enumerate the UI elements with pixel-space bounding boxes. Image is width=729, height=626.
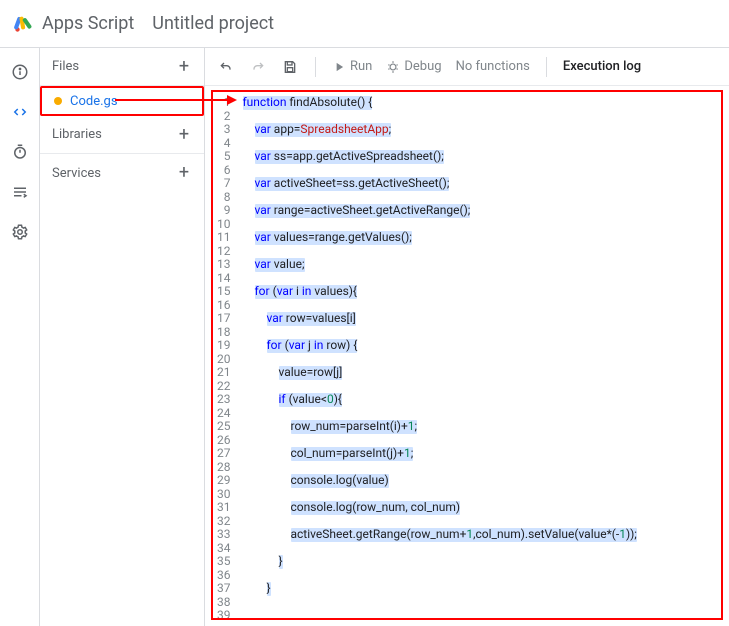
code-line[interactable]: console.log(row_num, col_num) — [243, 501, 716, 515]
code-line[interactable]: value=row[j] — [243, 366, 716, 380]
libraries-label: Libraries — [52, 127, 102, 142]
run-label: Run — [350, 59, 372, 74]
code-editor[interactable]: 1234567891011121314151617181920212223242… — [211, 90, 723, 620]
code-line[interactable] — [243, 272, 716, 286]
line-gutter: 1234567891011121314151617181920212223242… — [213, 92, 237, 618]
add-file-button[interactable]: + — [174, 57, 194, 77]
function-select[interactable]: No functions — [456, 59, 530, 74]
services-label: Services — [52, 166, 101, 181]
code-line[interactable]: if (value<0){ — [243, 393, 716, 407]
libraries-section-header: Libraries + — [40, 116, 204, 154]
add-service-button[interactable]: + — [174, 163, 194, 183]
save-icon[interactable] — [281, 58, 299, 76]
file-item-code-gs[interactable]: Code.gs — [40, 86, 204, 116]
code-line[interactable]: var ss=app.getActiveSpreadsheet(); — [243, 150, 716, 164]
annotation-arrow-icon — [115, 99, 235, 101]
code-line[interactable] — [243, 609, 716, 620]
toolbar-separator — [546, 57, 547, 77]
code-line[interactable]: var row=values[i] — [243, 312, 716, 326]
apps-script-logo-icon — [12, 13, 34, 35]
undo-icon[interactable] — [217, 58, 235, 76]
debug-button[interactable]: Debug — [386, 59, 441, 74]
code-line[interactable]: } — [243, 582, 716, 596]
code-line[interactable]: for (var i in values){ — [243, 285, 716, 299]
code-line[interactable]: activeSheet.getRange(row_num+1,col_num).… — [243, 528, 716, 542]
code-area[interactable]: function findAbsolute() { var app=Spreads… — [237, 92, 722, 618]
files-section-header: Files + — [40, 48, 204, 86]
code-line[interactable] — [243, 434, 716, 448]
app-header: Apps Script Untitled project — [0, 0, 729, 48]
execution-log-button[interactable]: Execution log — [563, 59, 641, 74]
code-line[interactable]: var range=activeSheet.getActiveRange(); — [243, 204, 716, 218]
code-line[interactable] — [243, 380, 716, 394]
code-line[interactable] — [243, 596, 716, 610]
triggers-icon[interactable] — [10, 142, 30, 162]
code-line[interactable]: var values=range.getValues(); — [243, 231, 716, 245]
no-functions-label: No functions — [456, 59, 530, 74]
left-rail — [0, 48, 40, 626]
code-line[interactable]: var value; — [243, 258, 716, 272]
code-line[interactable]: for (var j in row) { — [243, 339, 716, 353]
add-library-button[interactable]: + — [174, 125, 194, 145]
code-line[interactable] — [243, 326, 716, 340]
product-name: Apps Script — [42, 13, 134, 34]
file-name: Code.gs — [70, 94, 118, 109]
debug-label: Debug — [404, 59, 441, 74]
code-line[interactable] — [243, 299, 716, 313]
redo-icon[interactable] — [249, 58, 267, 76]
code-line[interactable]: } — [243, 555, 716, 569]
code-line[interactable] — [243, 542, 716, 556]
info-icon[interactable] — [10, 62, 30, 82]
code-line[interactable]: console.log(value) — [243, 474, 716, 488]
editor-main: Run Debug No functions Execution log 123… — [205, 48, 729, 626]
services-section-header: Services + — [40, 154, 204, 192]
code-line[interactable]: row_num=parseInt(i)+1; — [243, 420, 716, 434]
editor-icon[interactable] — [10, 102, 30, 122]
files-sidebar: Files + Code.gs Libraries + Services + — [40, 48, 205, 626]
code-line[interactable] — [243, 353, 716, 367]
code-line[interactable] — [243, 407, 716, 421]
code-line[interactable]: var activeSheet=ss.getActiveSheet(); — [243, 177, 716, 191]
editor-toolbar: Run Debug No functions Execution log — [205, 48, 729, 86]
code-line[interactable]: var app=SpreadsheetApp; — [243, 123, 716, 137]
code-line[interactable]: function findAbsolute() { — [243, 96, 716, 110]
code-line[interactable] — [243, 110, 716, 124]
code-line[interactable] — [243, 191, 716, 205]
code-line[interactable]: col_num=parseInt(j)+1; — [243, 447, 716, 461]
code-line[interactable] — [243, 245, 716, 259]
run-button[interactable]: Run — [332, 59, 372, 74]
settings-icon[interactable] — [10, 222, 30, 242]
code-line[interactable] — [243, 164, 716, 178]
toolbar-separator — [315, 57, 316, 77]
code-line[interactable] — [243, 515, 716, 529]
project-title[interactable]: Untitled project — [152, 13, 274, 34]
code-line[interactable] — [243, 461, 716, 475]
executions-icon[interactable] — [10, 182, 30, 202]
code-line[interactable] — [243, 569, 716, 583]
code-line[interactable] — [243, 137, 716, 151]
file-status-dot-icon — [54, 97, 62, 105]
code-line[interactable] — [243, 488, 716, 502]
code-line[interactable] — [243, 218, 716, 232]
files-label: Files — [52, 59, 79, 74]
